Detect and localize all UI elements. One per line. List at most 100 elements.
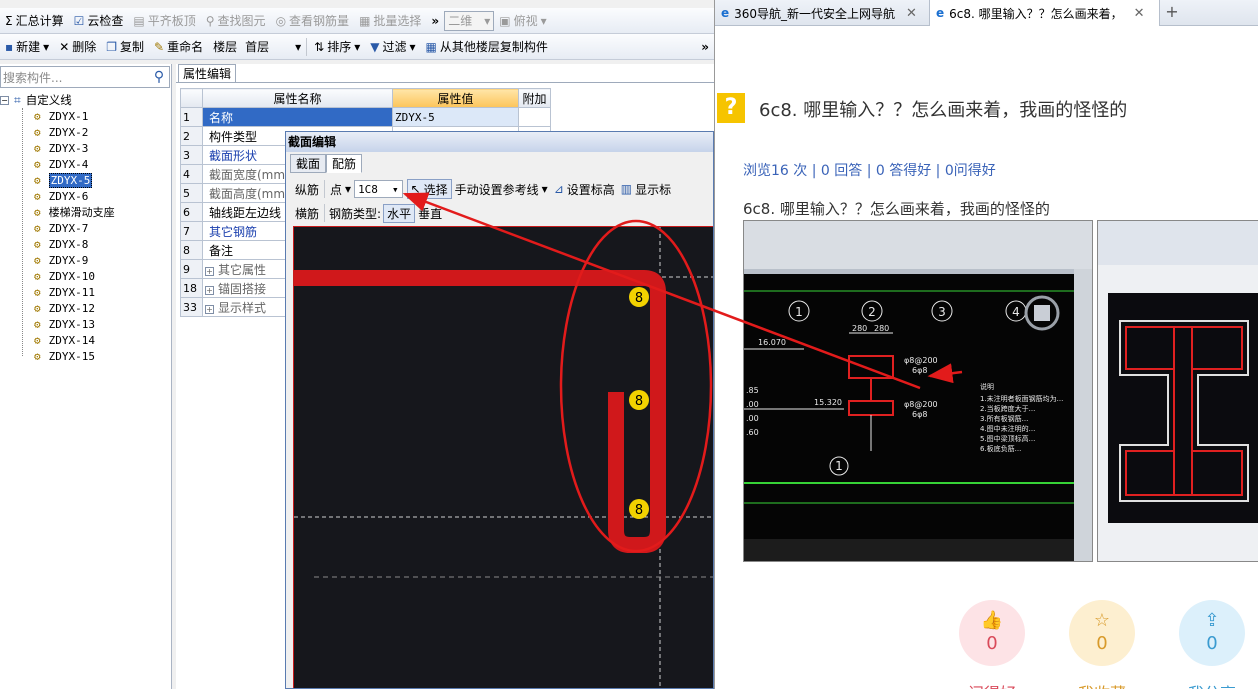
longitudinal-rebar-button[interactable]: 纵筋 [292,179,322,199]
copy-from-floor-button[interactable]: ▦ 从其他楼层复制构件 [421,36,553,58]
close-icon[interactable]: ✕ [1134,6,1145,21]
set-mark-button[interactable]: ⊿ 设置标高 [551,179,618,199]
tree-item[interactable]: ⚙ ZDYX-8 [0,236,170,252]
view-angle-button[interactable]: ▣ 俯视 ▾ [494,10,551,32]
component-tree: − ⌗ 自定义线 ⚙ ZDYX-1 ⚙ ZDYX-2 ⚙ ZDYX-3 ⚙ ZDYX-4 ⚙ ZD… [0,92,170,364]
gear-icon: ⚙ [34,141,41,155]
svg-text:.00: .00 [746,414,759,423]
action-count: 0 [1096,633,1108,654]
manual-reference-line-button[interactable]: 手动设置参考线 ▾ [452,179,551,199]
tab-property-edit[interactable]: 属性编辑 [178,64,237,83]
tree-item-label: ZDYX-3 [48,141,89,155]
copy-button[interactable]: ❐ 复制 [101,36,149,58]
sort-button[interactable]: ⇅ 排序 ▾ [309,36,365,58]
row-number: 3 [180,145,203,165]
tree-item[interactable]: ⚙ ZDYX-15 [0,348,170,364]
chevron-down-icon: ▾ [295,39,302,54]
tree-item[interactable]: ⚙ 楼梯滑动支座 [0,204,170,220]
tree-root-custom-line[interactable]: − ⌗ 自定义线 [0,92,170,108]
svg-text:说明: 说明 [980,382,994,391]
show-button[interactable]: ▥ 显示标 [618,179,674,199]
fav-action-button[interactable]: ☆0我收藏 [1069,600,1135,689]
tree-item-label: ZDYX-8 [48,237,89,251]
section-drawing[interactable]: 8 8 8 [294,227,714,689]
cloud-check-button[interactable]: ☑ 云检查 [69,10,129,32]
select-button[interactable]: ↖ 选择 [406,179,452,199]
toolbar-more-button[interactable]: » [426,10,444,32]
cad-side-toolbar [1074,269,1092,561]
like-action-button[interactable]: 👍0问得好 [959,600,1025,689]
vertical-button[interactable]: 垂直 [415,205,445,222]
component-search-input[interactable]: 搜索构件... ⚲ [0,66,170,88]
cad-statusbar [744,539,1074,561]
tree-item[interactable]: ⚙ ZDYX-13 [0,316,170,332]
new-button[interactable]: ▪ 新建 ▾ [0,36,54,58]
tree-item[interactable]: ⚙ ZDYX-6 [0,188,170,204]
transverse-rebar-button[interactable]: 横筋 [292,203,322,223]
new-tab-button[interactable]: + [1160,0,1184,26]
rebar-spec-select[interactable]: 1C8 ▾ [354,180,403,198]
filter-button[interactable]: ▼ 过滤 ▾ [365,36,420,58]
sum-calc-button[interactable]: Σ 汇总计算 [0,10,69,32]
tree-item[interactable]: ⚙ ZDYX-11 [0,284,170,300]
toolbar2-more-button[interactable]: » [696,36,714,58]
share-action-button[interactable]: ⇪0我分享 [1179,600,1245,689]
row-number: 33 [180,297,203,317]
new-label: 新建 [16,40,41,54]
collapse-icon[interactable]: − [0,95,9,105]
delete-button[interactable]: ✕ 删除 [54,36,101,58]
view-rebar-button[interactable]: ◎ 查看钢筋量 [271,10,355,32]
point-mode-button[interactable]: 点 ▾ [327,179,354,199]
svg-text:3.所有板钢筋...: 3.所有板钢筋... [980,414,1028,423]
align-slab-icon: ▤ [133,13,145,28]
batch-select-button[interactable]: ▦ 批量选择 [354,10,426,32]
search-icon[interactable]: ⚲ [149,69,169,85]
svg-text:4: 4 [1012,305,1020,319]
horizontal-button[interactable]: 水平 [383,203,416,223]
cloud-check-icon: ☑ [73,13,85,28]
property-value-cell[interactable]: ZDYX-5 [392,107,519,127]
rebar-marker[interactable]: 8 [629,287,649,307]
table-row[interactable]: 1 名称 ZDYX-5 [180,107,551,127]
chevron-down-icon: ▾ [345,182,352,196]
browser-window: e 360导航_新一代安全上网导航 ✕ e 6c8. 哪里输入？？怎么画来着， … [714,0,1258,689]
find-element-button[interactable]: ⚲ 查找图元 [201,10,271,32]
chevron-down-icon: ▾ [540,13,547,28]
rebar-marker[interactable]: 8 [629,499,649,519]
svg-text:.60: .60 [746,428,759,437]
expand-icon[interactable]: + [205,304,214,314]
browser-tab-question[interactable]: e 6c8. 哪里输入？？怎么画来着， ✕ [930,0,1160,26]
tree-item[interactable]: ⚙ ZDYX-14 [0,332,170,348]
rename-icon: ✎ [154,39,165,54]
tree-item[interactable]: ⚙ ZDYX-7 [0,220,170,236]
question-title: 6c8. 哪里输入？？怎么画来着，我画的怪怪的 [759,100,1128,121]
property-extra-cell[interactable] [518,107,551,127]
tab-section[interactable]: 截面 [290,154,327,173]
tree-item[interactable]: ⚙ ZDYX-2 [0,124,170,140]
floor-select[interactable]: 首层 ▾ [242,37,304,57]
attached-image-cad[interactable]: 1 2 3 4 1 280 280 16.070 15.320 φ8@200 6… [743,220,1093,562]
attached-image-section[interactable] [1097,220,1258,562]
tab-reinforcement[interactable]: 配筋 [326,154,363,173]
tree-item[interactable]: ⚙ ZDYX-3 [0,140,170,156]
dialog-title[interactable]: 截面编辑 [286,132,713,152]
rename-button[interactable]: ✎ 重命名 [149,36,208,58]
rebar-marker[interactable]: 8 [629,390,649,410]
tree-item[interactable]: ⚙ ZDYX-1 [0,108,170,124]
tree-item[interactable]: ⚙ ZDYX-10 [0,268,170,284]
view-mode-select[interactable]: 二维 ▾ [444,10,495,31]
align-slab-button[interactable]: ▤ 平齐板顶 [128,10,200,32]
close-icon[interactable]: ✕ [906,6,917,21]
tree-item[interactable]: ⚙ ZDYX-9 [0,252,170,268]
tree-item[interactable]: ⚙ ZDYX-12 [0,300,170,316]
tree-item[interactable]: ⚙ ZDYX-4 [0,156,170,172]
tree-item[interactable]: ⚙ ZDYX-5 [0,172,170,188]
section-drawing-canvas[interactable]: 8 8 8 [293,226,714,689]
tree-item-label: 楼梯滑动支座 [48,206,115,219]
tree-item-label: ZDYX-11 [48,285,95,299]
expand-icon[interactable]: + [205,266,214,276]
svg-text:3: 3 [938,305,946,319]
svg-text:8: 8 [635,394,643,409]
expand-icon[interactable]: + [205,285,214,295]
browser-tab-360[interactable]: e 360导航_新一代安全上网导航 ✕ [715,0,930,26]
